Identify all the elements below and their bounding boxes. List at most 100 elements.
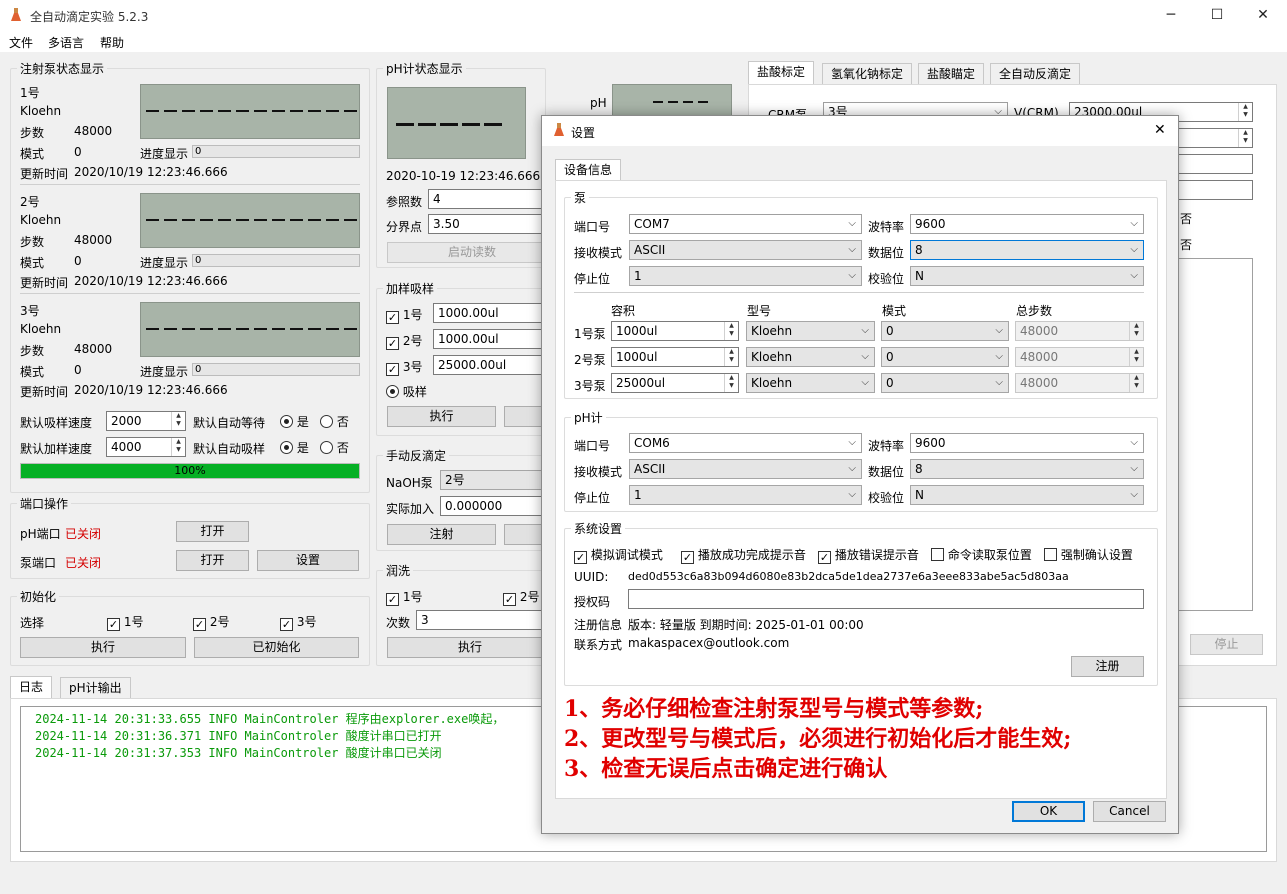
pump-mode-select[interactable]: 0 ⌵ [881, 347, 1009, 367]
add-vol-1[interactable]: 1000.00ul [433, 303, 548, 323]
ph-recv-select[interactable]: ASCII ⌵ [629, 459, 862, 479]
actual-input[interactable]: 0.000000 [440, 496, 548, 516]
pump-volume-input[interactable]: 1000ul ▲ ▼ [611, 347, 739, 367]
uuid-value: ded0d553c6a83b094d6080e83b2dca5de1dea273… [628, 570, 1069, 583]
auth-code-input[interactable] [628, 589, 1144, 609]
add-vol-2[interactable]: 1000.00ul [433, 329, 548, 349]
divider [20, 293, 360, 294]
cancel-button[interactable]: Cancel [1093, 801, 1166, 822]
add-exec-button[interactable]: 执行 [387, 406, 496, 427]
menu-help[interactable]: 帮助 [100, 34, 124, 51]
auto-wait-no[interactable]: 否 [320, 413, 349, 430]
ph-stop-select[interactable]: 1 ⌵ [629, 485, 862, 505]
dialog-close-icon[interactable]: ✕ [1154, 122, 1166, 138]
add-check-2[interactable]: ✓ 2号 [386, 332, 422, 350]
pump-port-select[interactable]: COM7 ⌵ [629, 214, 862, 234]
ph-stop-label: 停止位 [574, 491, 611, 505]
ref-input[interactable]: 4 [428, 189, 543, 209]
init-check-3[interactable]: ✓ 3号 [280, 613, 316, 631]
suck-speed-input[interactable]: 2000 ▲ ▼ [106, 411, 186, 431]
pump-mode-select[interactable]: 0 ⌵ [881, 321, 1009, 341]
tab-log[interactable]: 日志 [10, 676, 53, 700]
minimize-button[interactable]: ─ [1148, 0, 1194, 30]
stop-button[interactable]: 停止 [1190, 634, 1263, 655]
auto-wait-yes[interactable]: 是 [280, 413, 309, 430]
tab-naoh-calib[interactable]: 氢氧化钠标定 [822, 63, 913, 85]
add-speed-input[interactable]: 4000 ▲ ▼ [106, 437, 186, 457]
rinse-check-2[interactable]: ✓ 2号 [503, 588, 539, 606]
ok-button[interactable]: OK [1012, 801, 1085, 822]
pump-baud-select[interactable]: 9600 ⌵ [910, 214, 1144, 234]
ph-port-state: 已关闭 [65, 527, 102, 541]
pump-volume-input[interactable]: 1000ul ▲ ▼ [611, 321, 739, 341]
init-check-2[interactable]: ✓ 2号 [193, 613, 229, 631]
pump-model-select[interactable]: Kloehn ⌵ [746, 347, 875, 367]
check-success-sound[interactable]: ✓ 播放成功完成提示音 [681, 546, 806, 564]
pump-port-state: 已关闭 [65, 556, 102, 570]
auto-suck-yes[interactable]: 是 [280, 439, 309, 456]
add-vol-3[interactable]: 25000.00ul [433, 355, 548, 375]
close-button[interactable]: ✕ [1240, 0, 1286, 30]
pump-parity-select[interactable]: N ⌵ [910, 266, 1144, 286]
ph-open-button[interactable]: 打开 [176, 521, 249, 542]
right-no-1[interactable]: 否 [1180, 210, 1192, 227]
inited-button[interactable]: 已初始化 [194, 637, 359, 658]
add-check-1[interactable]: ✓ 1号 [386, 306, 422, 324]
check-error-sound[interactable]: ✓ 播放错误提示音 [818, 546, 919, 564]
inject-button-2[interactable] [504, 524, 544, 545]
pump-data-select[interactable]: 8 ⌵ [910, 240, 1144, 260]
pump-volume-input[interactable]: 25000ul ▲ ▼ [611, 373, 739, 393]
pump-steps-input[interactable]: 48000 ▲ ▼ [1015, 373, 1144, 393]
rinse-check-1[interactable]: ✓ 1号 [386, 588, 422, 606]
add-check-3[interactable]: ✓ 3号 [386, 358, 422, 376]
menu-language[interactable]: 多语言 [48, 34, 84, 51]
pump-model-select[interactable]: Kloehn ⌵ [746, 373, 875, 393]
progress-label: 进度显示 [140, 365, 189, 379]
ref-label: 参照数 [386, 195, 423, 209]
group-title: pH计 [571, 409, 606, 426]
times-input[interactable]: 3 [416, 610, 548, 630]
menu-file[interactable]: 文件 [9, 34, 33, 51]
ph-port-select[interactable]: COM6 ⌵ [629, 433, 862, 453]
steps-value: 48000 [74, 233, 113, 247]
progress-text: 100% [174, 464, 206, 477]
ph-baud-select[interactable]: 9600 ⌵ [910, 433, 1144, 453]
init-check-1[interactable]: ✓ 1号 [107, 613, 143, 631]
check-read-pos[interactable]: 命令读取泵位置 [931, 546, 1032, 563]
settings-button[interactable]: 设置 [257, 550, 359, 571]
pump-brand: Kloehn [20, 213, 62, 227]
ph-parity-select[interactable]: N ⌵ [910, 485, 1144, 505]
reg-value: 版本: 轻量版 到期时间: 2025-01-01 00:00 [628, 618, 864, 632]
pump-steps-input[interactable]: 48000 ▲ ▼ [1015, 347, 1144, 367]
mode-label: 模式 [20, 147, 45, 161]
tab-ph-output[interactable]: pH计输出 [60, 677, 131, 699]
pump-steps-input[interactable]: 48000 ▲ ▼ [1015, 321, 1144, 341]
pump-mode-select[interactable]: 0 ⌵ [881, 373, 1009, 393]
inject-button[interactable]: 注射 [387, 524, 496, 545]
start-read-button[interactable]: 启动读数 [387, 242, 557, 263]
pump-recv-select[interactable]: ASCII ⌵ [629, 240, 862, 260]
add-exec-button-2[interactable] [504, 406, 544, 427]
time-value: 2020/10/19 12:23:46.666 [74, 383, 228, 397]
maximize-button[interactable]: ☐ [1194, 0, 1240, 30]
auto-suck-no[interactable]: 否 [320, 439, 349, 456]
rinse-exec-button[interactable]: 执行 [387, 637, 553, 658]
pump-stop-select[interactable]: 1 ⌵ [629, 266, 862, 286]
split-label: 分界点 [386, 220, 423, 234]
check-sim-debug[interactable]: ✓ 模拟调试模式 [574, 546, 663, 564]
tab-auto-back[interactable]: 全自动反滴定 [990, 63, 1081, 85]
check-force-confirm[interactable]: 强制确认设置 [1044, 546, 1133, 563]
init-exec-button[interactable]: 执行 [20, 637, 186, 658]
tab-device-info[interactable]: 设备信息 [555, 159, 622, 181]
pump-model-select[interactable]: Kloehn ⌵ [746, 321, 875, 341]
register-button[interactable]: 注册 [1071, 656, 1144, 677]
right-no-2[interactable]: 否 [1180, 236, 1192, 253]
tab-hcl-calib[interactable]: 盐酸标定 [748, 61, 815, 84]
tab-hcl-target[interactable]: 盐酸瞄定 [918, 63, 985, 85]
pump-open-button[interactable]: 打开 [176, 550, 249, 571]
ph-data-select[interactable]: 8 ⌵ [910, 459, 1144, 479]
naoh-select[interactable]: 2号 [440, 470, 548, 490]
group-title: 系统设置 [571, 520, 626, 537]
split-input[interactable]: 3.50 [428, 214, 543, 234]
suck-radio[interactable]: 吸样 [386, 383, 427, 400]
